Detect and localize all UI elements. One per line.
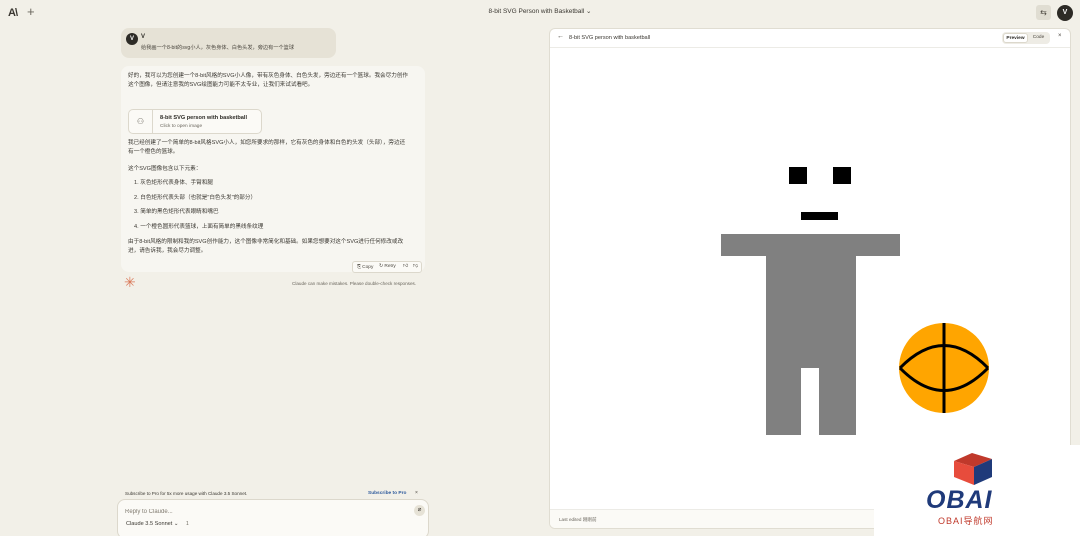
disclaimer-text: Claude can make mistakes. Please double-… — [292, 281, 417, 286]
artifact-title: 8-bit SVG person with basketball — [160, 115, 248, 121]
thumb-down-icon[interactable]: 👎︎ — [413, 264, 418, 269]
user-avatar[interactable]: V — [1057, 5, 1073, 21]
list-item: 2. 白色矩形代表头部（也就是"白色头发"的部分） — [134, 194, 257, 201]
watermark: OBAI OBAI导航网 — [874, 445, 1080, 536]
list-item: 4. 一个橙色圆形代表篮球，上面有简单的黑线条纹理 — [134, 223, 264, 230]
assistant-message: 好的，我可以为您创建一个8-bit风格的SVG小人像，带有灰色身体、白色头发，旁… — [121, 66, 425, 273]
close-icon[interactable]: × — [415, 490, 418, 496]
pixel-art-preview — [721, 149, 990, 435]
person-left-eye — [789, 167, 807, 184]
back-icon[interactable]: ← — [557, 33, 564, 40]
panel-header: ← 8-bit SVG person with basketball Previ… — [550, 29, 1070, 48]
user-message-text: 给我画一个8-bit的svg小人，灰色身体、白色头发，旁边有一个篮球 — [141, 45, 295, 51]
composer: Claude 3.5 Sonnet ⌄ 1 ⌀ — [117, 499, 429, 536]
retry-button[interactable]: ↻ Retry — [379, 264, 396, 269]
reply-input[interactable] — [125, 507, 375, 517]
claude-spark-icon: ✳ — [124, 274, 136, 290]
view-toggle: Preview Code — [1002, 32, 1050, 44]
assistant-description-text: 我已经创建了一个简单的8-bit风格SVG小人，如您所要求的那样，它有灰色的身体… — [128, 140, 406, 155]
assistant-closing-text: 由于8-bit风格的限制和我的SVG创作能力，这个图像非常简化和基础。如果您想要… — [128, 239, 404, 254]
artifact-subtitle: Click to open image — [160, 124, 203, 129]
subscribe-text: Subscribe to Pro for 5x more usage with … — [125, 491, 248, 496]
list-item: 1. 灰色矩形代表身体、手臂和腿 — [134, 180, 213, 186]
element-list: 1. 灰色矩形代表身体、手臂和腿 2. 白色矩形代表头部（也就是"白色头发"的部… — [134, 179, 409, 237]
person-mouth — [801, 212, 838, 220]
panel-title: 8-bit SVG person with basketball — [569, 35, 651, 41]
artifact-image-icon: ⚇ — [129, 110, 153, 133]
settings-icon[interactable]: ⇆ — [1036, 5, 1051, 20]
list-item: 3. 简单的黑色矩形代表眼睛和嘴巴 — [134, 209, 219, 216]
thumb-up-icon[interactable]: 👍︎ — [403, 264, 408, 269]
person-right-eye — [833, 167, 851, 184]
chat-title-dropdown[interactable]: 8-bit SVG Person with Basketball ⌄ — [0, 7, 1080, 15]
subscribe-link[interactable]: Subscribe to Pro — [368, 491, 406, 496]
last-edited-text: Last edited 刚刚前 — [559, 517, 597, 522]
artifact-card[interactable]: ⚇ 8-bit SVG person with basketball Click… — [128, 109, 262, 134]
tab-code[interactable]: Code — [1028, 33, 1049, 43]
attachment-count: 1 — [186, 521, 189, 527]
user-message-name: V — [141, 34, 146, 40]
person-right-leg — [819, 368, 856, 435]
top-bar: A\ + 8-bit SVG Person with Basketball ⌄ … — [0, 0, 1080, 26]
attach-icon[interactable]: ⌀ — [414, 505, 425, 516]
person-body — [766, 234, 856, 368]
person-left-arm — [721, 234, 767, 256]
model-selector[interactable]: Claude 3.5 Sonnet ⌄ — [126, 521, 179, 527]
watermark-subtitle: OBAI导航网 — [938, 516, 994, 526]
person-right-arm — [854, 234, 900, 256]
assistant-intro-text: 好的，我可以为您创建一个8-bit风格的SVG小人像，带有灰色身体、白色头发，旁… — [128, 73, 409, 88]
close-panel-icon[interactable]: × — [1058, 33, 1062, 39]
user-message-avatar: V — [126, 33, 138, 45]
assistant-list-intro: 这个SVG图像包含以下元素： — [128, 166, 202, 172]
message-actions: ⎘ Copy ↻ Retry 👍︎ 👎︎ — [352, 261, 422, 273]
watermark-brand: OBAI — [926, 486, 993, 514]
tab-preview[interactable]: Preview — [1003, 33, 1028, 43]
person-left-leg — [766, 368, 801, 435]
copy-button[interactable]: ⎘ Copy — [357, 264, 373, 270]
user-message: V V 给我画一个8-bit的svg小人，灰色身体、白色头发，旁边有一个篮球 — [121, 28, 336, 58]
